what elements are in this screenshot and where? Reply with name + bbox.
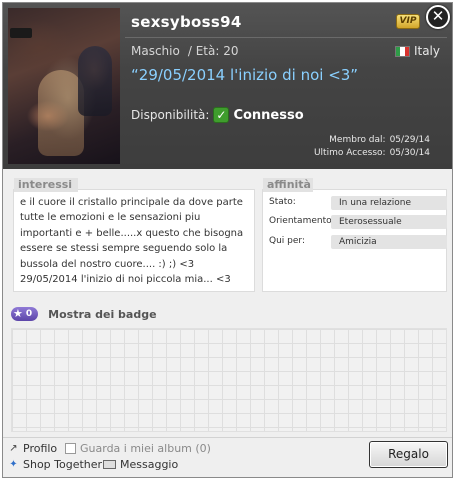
member-meta: Membro dal: 05/29/14 Ultimo Accesso: 05/… [314,134,430,160]
interests-panel: interessi e il cuore il cristallo princi… [13,178,255,292]
interests-tab: interessi [14,178,78,192]
close-button[interactable]: ✕ [426,5,450,29]
mail-icon [103,460,116,469]
profile-link[interactable]: ↗ Profilo [8,442,57,455]
affinity-row-status: Stato: In una relazione [269,196,447,211]
age: / Età: 20 [187,44,239,58]
availability-value: Connesso [233,107,304,123]
check-icon: ✓ [213,107,230,123]
badge-count-pill[interactable]: ★ 0 [11,307,39,321]
gift-button[interactable]: Regalo [369,441,448,468]
badges-header: ★ 0 Mostra dei badge [11,307,157,321]
badges-grid [11,328,447,432]
message-link-label: Messaggio [120,458,179,471]
member-since-value: 05/29/14 [389,135,430,145]
availability-label: Disponibilità: [131,108,210,122]
profile-photo[interactable] [8,8,120,164]
affinity-panel: affinità Stato: In una relazione Orienta… [262,178,447,292]
shop-together-link[interactable]: ✦ Shop Together [8,458,102,471]
gender: Maschio [131,44,180,58]
footer-divider [3,437,452,438]
shop-together-icon: ✦ [9,459,18,470]
badge-count: 0 [25,309,33,319]
affinity-row-orientation: Orientamento: Eterosessuale [269,215,447,230]
photo-overlay-mark [10,28,32,38]
star-icon: ★ [13,307,23,320]
badges-title: Mostra dei badge [48,307,157,321]
profile-icon: ↗ [9,443,18,454]
shop-together-label: Shop Together [23,458,103,471]
affinity-value: In una relazione [331,196,447,210]
footer-cutoff [3,475,452,477]
profile-link-label: Profilo [23,442,58,455]
affinity-value: Eterosessuale [331,215,447,229]
affinity-tab: affinità [263,178,313,192]
affinity-label: Orientamento: [269,216,335,226]
country: Italy [394,44,440,58]
country-name: Italy [413,44,440,58]
member-since-label: Membro dal: [329,135,386,145]
affinity-value: Amicizia [331,235,447,249]
close-icon: ✕ [431,7,445,25]
header-divider [125,37,447,38]
last-access-label: Ultimo Accesso: [313,148,386,158]
album-icon [65,443,76,454]
last-access-value: 05/30/14 [389,148,430,158]
affinity-row-purpose: Qui per: Amicizia [269,235,447,250]
status-message: “29/05/2014 l'inizio di noi <3” [131,66,359,84]
message-link[interactable]: Messaggio [103,458,178,471]
affinity-label: Stato: [269,197,296,207]
vip-badge: VIP [396,14,420,29]
albums-link[interactable]: Guarda i miei album (0) [65,442,211,455]
photo-figure [78,46,112,116]
gender-age-line: Maschio / Età: 20 [131,44,242,58]
affinity-label: Qui per: [269,236,305,246]
albums-link-label: Guarda i miei album (0) [80,442,211,455]
profile-header: sexsyboss94 VIP ✕ Maschio / Età: 20 Italy… [3,3,452,169]
username: sexsyboss94 [131,13,242,31]
profile-card: sexsyboss94 VIP ✕ Maschio / Età: 20 Italy… [2,2,453,478]
interests-text: e il cuore il cristallo principale da do… [20,197,244,286]
italy-flag-icon [394,45,410,57]
availability: Disponibilità: ✓ Connesso [131,107,304,123]
